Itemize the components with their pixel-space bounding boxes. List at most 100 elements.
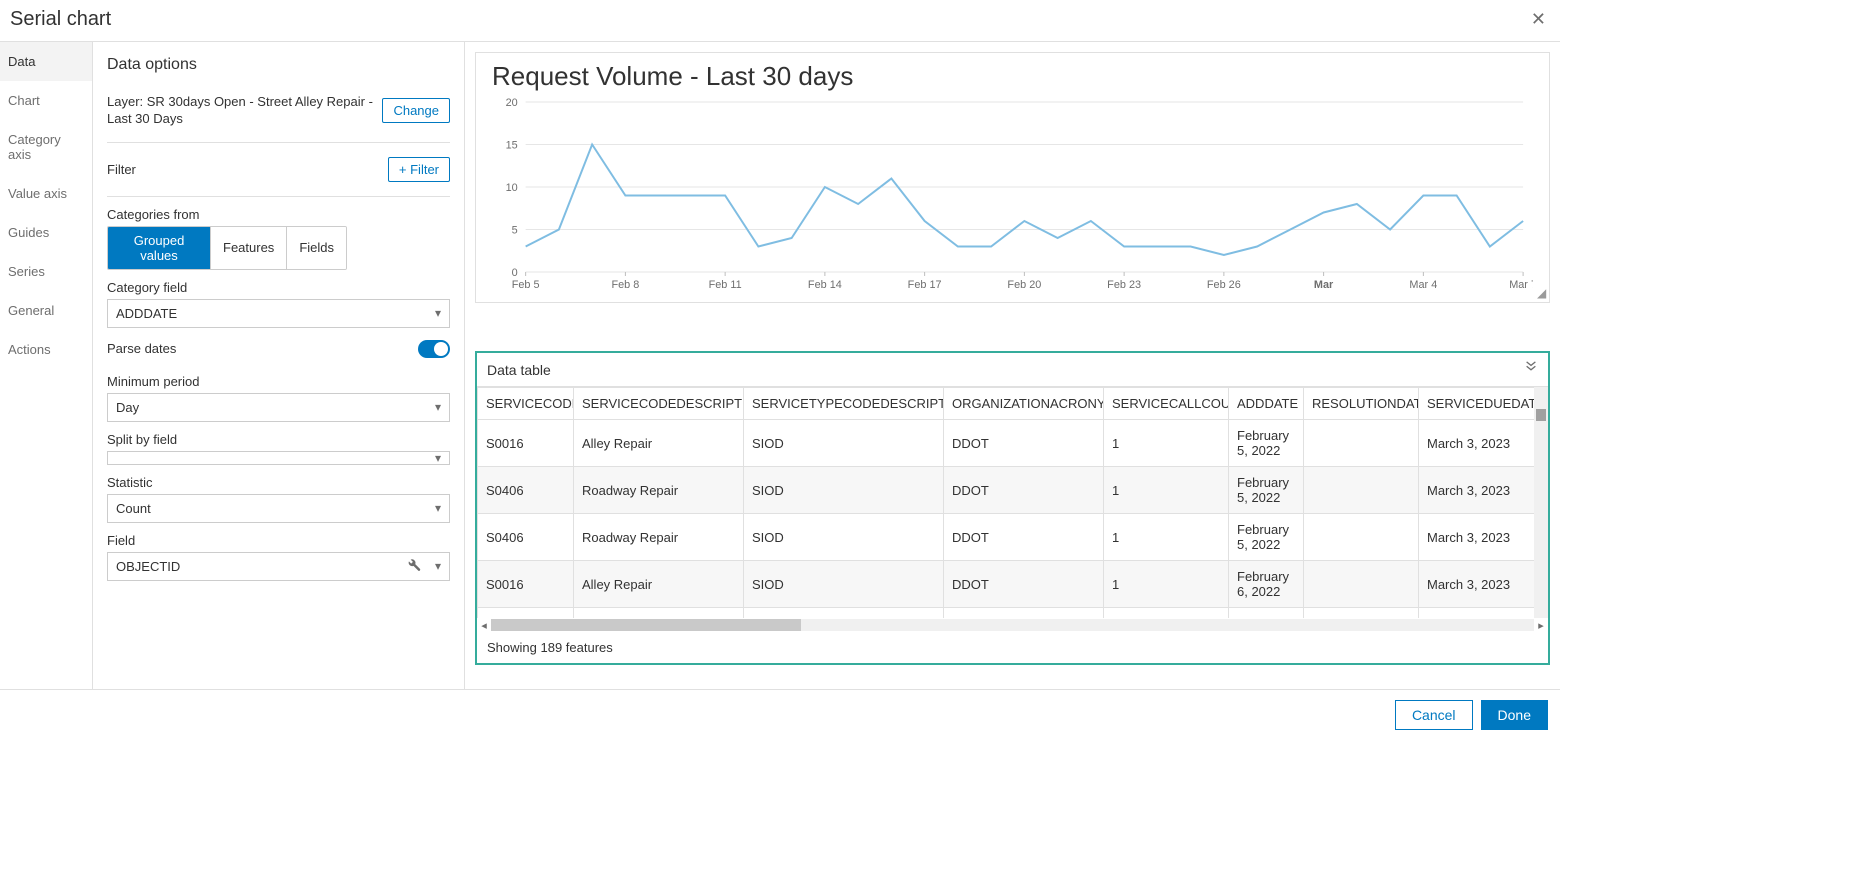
table-cell: Roadway Repair [574,514,744,561]
scroll-left-icon[interactable]: ◂ [477,619,491,632]
table-header[interactable]: ORGANIZATIONACRONYM [944,388,1104,420]
close-icon[interactable]: ✕ [1531,9,1546,30]
horizontal-scrollbar[interactable]: ◂ ▸ [477,618,1548,632]
parse-dates-toggle[interactable] [418,340,450,358]
table-header[interactable]: SERVICECODEDESCRIPTION [574,388,744,420]
svg-text:Feb 8: Feb 8 [611,279,639,291]
category-field-select[interactable]: ADDDATE [107,299,450,328]
table-cell: February 6, [1229,608,1304,619]
table-row[interactable]: S0406Roadway RepairSIODDDOT1February 5, … [478,467,1549,514]
table-cell: March 3, 2023 [1419,608,1539,619]
table-cell: SIOD [744,608,944,619]
table-header[interactable]: SERVICECODE [478,388,574,420]
side-tab-chart[interactable]: Chart [0,81,92,120]
statistic-select[interactable]: Count [107,494,450,523]
table-header[interactable]: ADDDATE [1229,388,1304,420]
data-table-status: Showing 189 features [477,632,1548,663]
table-row[interactable]: S0406Roadway RepairSIODDDOT1February 6,M… [478,608,1549,619]
scroll-right-icon[interactable]: ▸ [1534,619,1548,632]
table-cell: 1 [1104,420,1229,467]
table-cell: 1 [1104,467,1229,514]
dialog-title: Serial chart [10,8,111,31]
table-row[interactable]: S0016Alley RepairSIODDDOT1February 5, 20… [478,420,1549,467]
minimum-period-label: Minimum period [107,374,450,389]
layer-text: Layer: SR 30days Open - Street Alley Rep… [107,94,382,128]
table-header[interactable]: SERVICETYPECODEDESCRIPTION [744,388,944,420]
side-tab-category-axis[interactable]: Category axis [0,120,92,174]
table-cell: March 3, 2023 [1419,467,1539,514]
segment-grouped-values[interactable]: Grouped values [108,227,210,269]
table-header[interactable]: RESOLUTIONDATE [1304,388,1419,420]
table-header[interactable]: SERVICEDUEDATE [1419,388,1539,420]
side-tab-data[interactable]: Data [0,42,92,81]
table-cell: SIOD [744,420,944,467]
svg-text:Feb 17: Feb 17 [908,279,942,291]
categories-from-label: Categories from [107,207,450,222]
svg-text:Feb 23: Feb 23 [1107,279,1141,291]
chart-card: Request Volume - Last 30 days 05101520Fe… [475,52,1550,303]
table-cell: DDOT [944,467,1104,514]
data-options-panel: Data options Layer: SR 30days Open - Str… [93,42,465,689]
svg-text:20: 20 [506,97,518,109]
options-title: Data options [107,56,450,74]
table-cell: Alley Repair [574,561,744,608]
svg-text:Mar: Mar [1314,279,1334,291]
chart-svg: 05101520Feb 5Feb 8Feb 11Feb 14Feb 17Feb … [492,96,1533,294]
table-cell [1304,514,1419,561]
table-cell: February 5, 2022 [1229,420,1304,467]
chevron-down-icon[interactable]: ▾ [427,559,449,573]
svg-text:15: 15 [506,139,518,151]
table-cell: DDOT [944,608,1104,619]
svg-text:Feb 14: Feb 14 [808,279,842,291]
split-by-select[interactable] [107,451,450,465]
svg-text:5: 5 [512,224,518,236]
side-tab-actions[interactable]: Actions [0,330,92,369]
table-cell [1304,608,1419,619]
side-tab-guides[interactable]: Guides [0,213,92,252]
cancel-button[interactable]: Cancel [1395,700,1473,730]
chart-title: Request Volume - Last 30 days [492,61,1533,92]
table-cell: DDOT [944,420,1104,467]
table-cell: 1 [1104,608,1229,619]
table-header[interactable]: SERVICECALLCOUNT [1104,388,1229,420]
table-cell: March 3, 2023 [1419,561,1539,608]
table-cell: Roadway Repair [574,467,744,514]
segment-features[interactable]: Features [210,227,286,269]
table-cell: 1 [1104,561,1229,608]
table-cell: DDOT [944,561,1104,608]
parse-dates-label: Parse dates [107,341,176,356]
data-table-title: Data table [487,362,551,378]
table-cell [1304,467,1419,514]
table-cell: DDOT [944,514,1104,561]
table-cell: February 5, 2022 [1229,514,1304,561]
table-cell: SIOD [744,467,944,514]
collapse-icon[interactable] [1524,361,1538,378]
minimum-period-select[interactable]: Day [107,393,450,422]
table-cell: Roadway Repair [574,608,744,619]
statistic-label: Statistic [107,475,450,490]
side-tab-series[interactable]: Series [0,252,92,291]
split-by-label: Split by field [107,432,450,447]
table-cell: 1 [1104,514,1229,561]
wrench-icon[interactable] [401,558,427,575]
resize-grip-icon[interactable]: ◢ [1537,290,1547,300]
category-field-label: Category field [107,280,450,295]
done-button[interactable]: Done [1481,700,1548,730]
side-tab-general[interactable]: General [0,291,92,330]
field-select[interactable]: OBJECTID ▾ [107,552,450,581]
add-filter-button[interactable]: + Filter [388,157,450,182]
svg-text:0: 0 [512,267,518,279]
table-cell: S0406 [478,467,574,514]
vertical-scrollbar[interactable] [1534,387,1548,618]
table-row[interactable]: S0406Roadway RepairSIODDDOT1February 5, … [478,514,1549,561]
svg-text:Feb 26: Feb 26 [1207,279,1241,291]
segment-fields[interactable]: Fields [286,227,346,269]
table-cell: March 3, 2023 [1419,420,1539,467]
table-row[interactable]: S0016Alley RepairSIODDDOT1February 6, 20… [478,561,1549,608]
svg-text:Feb 20: Feb 20 [1007,279,1041,291]
side-tab-value-axis[interactable]: Value axis [0,174,92,213]
data-table-card: Data table SERVICECODESERVICECODEDESCRIP… [475,351,1550,665]
svg-text:Feb 11: Feb 11 [709,279,742,291]
change-layer-button[interactable]: Change [382,98,450,123]
field-label: Field [107,533,450,548]
